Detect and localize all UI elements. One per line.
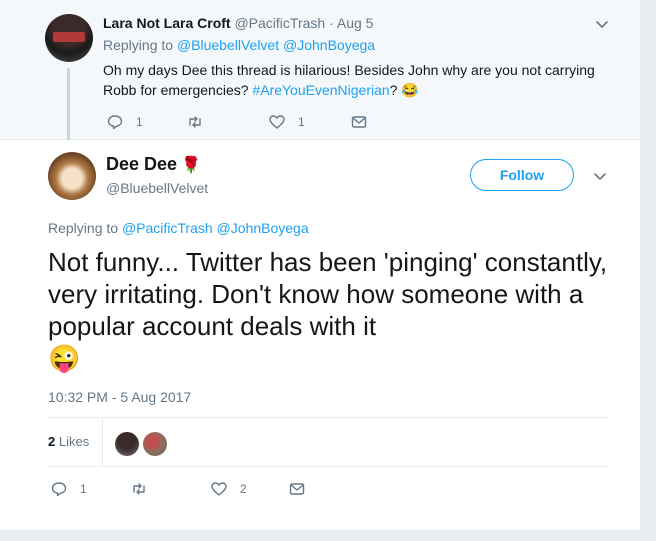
retweet-button[interactable] (186, 113, 268, 131)
reply-button[interactable]: 1 (50, 480, 130, 498)
follow-button[interactable]: Follow (470, 159, 574, 191)
likes-stat[interactable]: 2 Likes (48, 434, 89, 449)
parent-tweet[interactable]: Lara Not Lara Croft @PacificTrash · Aug … (0, 0, 640, 140)
tweet-text: Oh my days Dee this thread is hilarious!… (103, 60, 623, 100)
separator: · (329, 15, 334, 31)
display-name[interactable]: Lara Not Lara Croft (103, 15, 231, 31)
main-tweet: Dee Dee 🌹 @BluebellVelvet Follow Replyin… (0, 140, 640, 530)
tweet-text-tail: ? (389, 82, 398, 98)
likes-count: 2 (48, 434, 56, 449)
tweet-date[interactable]: Aug 5 (337, 15, 374, 31)
message-button[interactable] (350, 113, 368, 131)
envelope-icon (351, 116, 367, 128)
reply-icon (107, 115, 123, 130)
divider (102, 418, 103, 466)
reply-button[interactable]: 1 (106, 113, 186, 131)
mention-link[interactable]: @BluebellVelvet (177, 37, 279, 53)
liker-avatar[interactable] (143, 432, 167, 456)
heart-icon (269, 115, 285, 129)
mention-link[interactable]: @PacificTrash (122, 220, 213, 236)
display-name-row: Dee Dee 🌹 (106, 154, 201, 175)
rose-emoji: 🌹 (181, 156, 201, 174)
retweet-button[interactable] (130, 480, 210, 498)
tweet-timestamp[interactable]: 10:32 PM - 5 Aug 2017 (48, 389, 191, 405)
chevron-down-icon[interactable] (590, 166, 610, 186)
avatar[interactable] (45, 14, 93, 62)
tweet-actions: 1 1 (106, 113, 368, 131)
username[interactable]: @PacificTrash (234, 15, 325, 31)
display-name[interactable]: Dee Dee (106, 154, 177, 175)
thread-connector-line (67, 68, 70, 146)
replying-label: Replying to (48, 220, 119, 236)
username[interactable]: @BluebellVelvet (106, 180, 208, 196)
divider (48, 466, 608, 467)
reply-icon (51, 482, 67, 497)
joy-emoji: 😂 (401, 82, 419, 98)
chevron-down-icon[interactable] (592, 14, 612, 34)
reply-count: 1 (136, 115, 143, 129)
liker-avatar[interactable] (115, 432, 139, 456)
retweet-icon (189, 116, 201, 128)
like-button[interactable]: 1 (268, 113, 350, 131)
mention-link[interactable]: @JohnBoyega (283, 37, 375, 53)
tweet-header: Lara Not Lara Croft @PacificTrash · Aug … (103, 14, 373, 32)
tweet-actions: 1 2 (50, 480, 306, 498)
like-count: 2 (240, 482, 247, 496)
message-button[interactable] (288, 480, 306, 498)
envelope-icon (289, 483, 305, 495)
winking-tongue-emoji: 😜 (48, 343, 81, 373)
reply-count: 1 (80, 482, 87, 496)
like-button[interactable]: 2 (210, 480, 288, 498)
tweet-text-body: Not funny... Twitter has been 'pinging' … (48, 247, 608, 341)
tweet-text: Not funny... Twitter has been 'pinging' … (48, 246, 628, 374)
avatar[interactable] (48, 152, 96, 200)
divider (48, 417, 608, 418)
like-count: 1 (298, 115, 305, 129)
replying-label: Replying to (103, 37, 174, 53)
scrollbar[interactable] (640, 0, 656, 541)
mention-link[interactable]: @JohnBoyega (217, 220, 309, 236)
hashtag-link[interactable]: #AreYouEvenNigerian (252, 82, 389, 98)
replying-to: Replying to @BluebellVelvet @JohnBoyega (103, 37, 375, 53)
heart-icon (211, 482, 227, 496)
likes-label: Likes (58, 434, 90, 449)
replying-to: Replying to @PacificTrash @JohnBoyega (48, 220, 309, 236)
retweet-icon (133, 483, 145, 495)
